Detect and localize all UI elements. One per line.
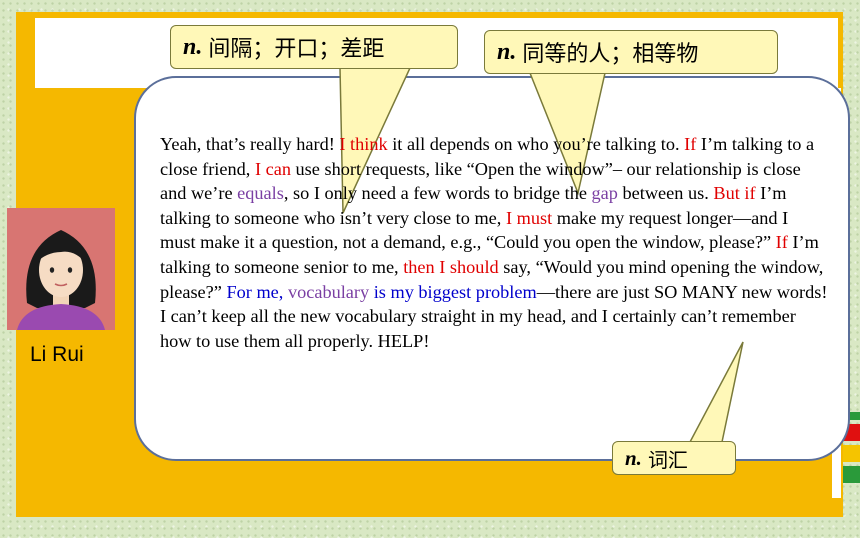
callout-equal-meaning: 同等的人；相等物: [522, 42, 699, 67]
avatar: [7, 208, 115, 330]
callout-equal: n. 同等的人；相等物: [484, 30, 778, 74]
speaker-name: Li Rui: [30, 343, 84, 366]
callout-gap-meaning: 间隔；开口；差距: [208, 37, 385, 62]
callout-gap-pos: n.: [183, 33, 203, 60]
tab-yellow: [843, 445, 860, 462]
girl-portrait-icon: [7, 208, 115, 330]
callout-gap: n. 间隔；开口；差距: [170, 25, 458, 69]
tab-green: [843, 466, 860, 483]
callout-vocab: n. 词汇: [612, 441, 736, 475]
word-gap: gap: [591, 183, 618, 204]
passage-text: Yeah, that’s really hard! I think it all…: [160, 134, 828, 351]
word-vocabulary: vocabulary: [287, 281, 370, 302]
callout-equal-pos: n.: [497, 38, 517, 65]
word-equals: equals: [237, 183, 284, 204]
callout-vocab-meaning: 词汇: [647, 447, 688, 472]
callout-vocab-pos: n.: [625, 445, 642, 470]
